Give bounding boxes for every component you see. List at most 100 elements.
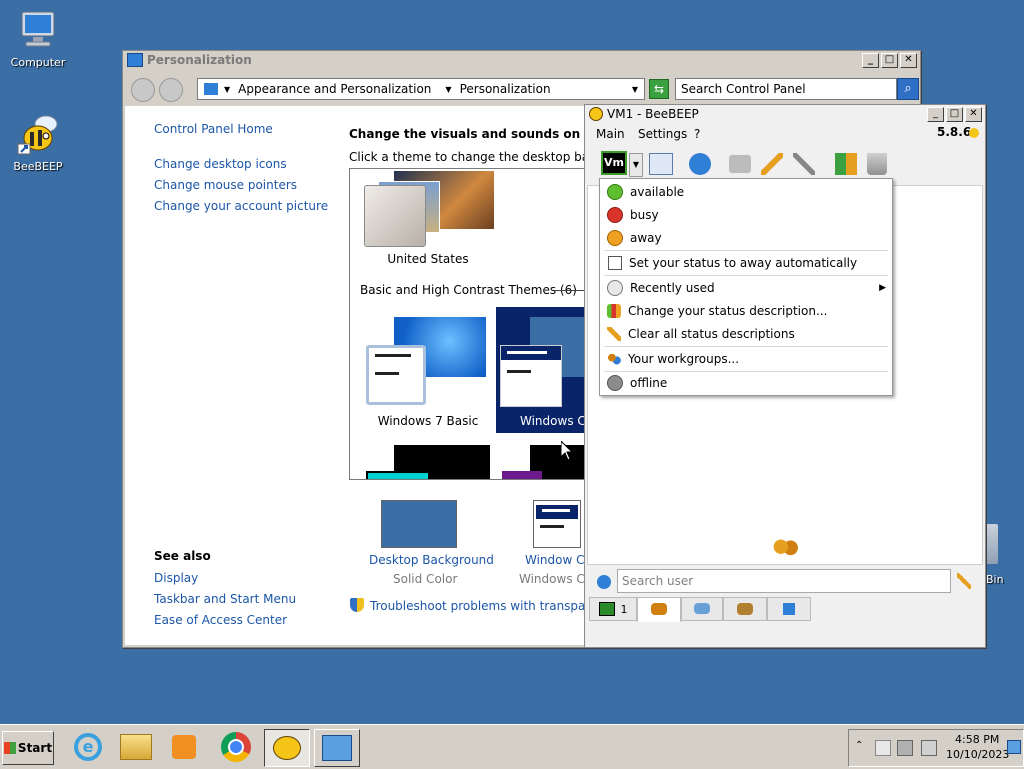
status-away[interactable]: away [600,227,890,249]
minimize-button[interactable]: _ [927,106,944,122]
menu-help[interactable]: ? [694,127,700,141]
status-menu: available busy away Set your status to a… [599,178,893,396]
status-offline[interactable]: offline [600,372,890,394]
breadcrumb-personalization[interactable]: Personalization [460,82,551,96]
green-status-icon [607,184,623,200]
title-bar: VM1 - BeeBEEP _ □ ✕ [585,105,985,123]
taskbar-control-panel[interactable] [314,729,360,767]
clear-status-descriptions[interactable]: Clear all status descriptions [600,323,890,345]
users-icon [771,539,799,561]
bee-icon [273,736,301,760]
tab-chats[interactable]: 1 [589,597,637,621]
back-button[interactable] [131,78,155,102]
taskbar-chrome[interactable] [214,729,258,765]
control-panel-home-link[interactable]: Control Panel Home [154,122,273,136]
workgroup-icon [607,352,621,366]
status-available[interactable]: available [600,181,890,203]
theme-high-contrast-2[interactable] [502,445,590,479]
status-busy[interactable]: busy [600,204,890,226]
chevron-down-icon[interactable]: ▼ [632,85,638,94]
taskbar-start-menu-link[interactable]: Taskbar and Start Menu [154,592,296,606]
search-user-input[interactable]: Search user [622,574,693,588]
clock-icon [607,280,623,296]
broadcast-icon[interactable] [689,153,711,175]
theme-list[interactable]: United States Basic and High Contrast Th… [349,168,591,480]
chat-icon[interactable] [729,155,751,173]
control-panel-icon [204,83,218,95]
tab-users[interactable] [637,597,681,622]
maximize-button[interactable]: □ [881,52,898,68]
settings-icon[interactable] [597,575,611,589]
tab-files[interactable] [767,597,811,621]
maximize-button[interactable]: □ [946,106,963,122]
desktop-background-thumbnail[interactable] [381,500,457,548]
volume-icon[interactable] [921,740,937,756]
desktop-icon-beebeep[interactable]: BeeBEEP [0,112,76,173]
clear-search-icon[interactable] [957,573,971,589]
network-icon[interactable] [897,740,913,756]
media-player-icon [172,735,196,759]
search-input[interactable]: Search Control Panel [676,82,806,96]
trash-icon[interactable] [867,153,887,175]
status-dots-icon [607,304,621,318]
submenu-arrow-icon: ▶ [879,283,886,293]
taskbar-explorer[interactable] [114,729,158,765]
tab-groups[interactable] [723,597,767,621]
address-bar[interactable]: ▼ Appearance and Personalization ▼ Perso… [197,78,645,100]
menu-main[interactable]: Main [596,127,625,141]
change-desktop-icons-link[interactable]: Change desktop icons [154,157,287,171]
mouse-cursor-icon [560,439,574,464]
change-status-description[interactable]: Change your status description... [600,300,890,322]
refresh-button[interactable]: ⇆ [649,79,669,99]
auto-away-checkbox[interactable]: Set your status to away automatically [600,252,890,274]
theme-windows-classic-selected[interactable]: Windows Cl [496,307,590,433]
menu-settings[interactable]: Settings [638,127,687,141]
close-button[interactable]: ✕ [900,52,917,68]
forward-button[interactable] [159,78,183,102]
control-panel-icon [322,735,352,761]
display-link[interactable]: Display [154,571,198,585]
tools-icon[interactable] [793,153,815,175]
menu-separator [604,346,888,347]
taskbar-beebeep[interactable] [264,729,310,767]
recently-used-submenu[interactable]: Recently used ▶ [600,277,890,299]
minimize-button[interactable]: _ [862,52,879,68]
chevron-down-icon[interactable]: ▼ [629,153,643,177]
start-button[interactable]: Start [2,731,54,765]
menu-item-label: offline [630,376,668,390]
groups-tab-icon [737,603,753,615]
windows-logo-icon [3,742,16,754]
edit-profile-icon[interactable] [649,153,673,175]
search-box[interactable]: Search Control Panel [675,78,897,100]
taskbar-internet-explorer[interactable]: e [66,729,110,765]
show-desktop-button[interactable] [1007,740,1021,754]
change-mouse-pointers-link[interactable]: Change mouse pointers [154,178,297,192]
close-button[interactable]: ✕ [965,106,982,122]
basic-themes-heading: Basic and High Contrast Themes (6) [360,283,581,297]
pencil-icon[interactable] [761,153,783,175]
gray-status-icon [607,375,623,391]
desktop-background-link[interactable]: Desktop Background [369,553,494,567]
share-icon[interactable] [835,153,857,175]
breadcrumb-appearance[interactable]: Appearance and Personalization [238,82,431,96]
clock-time[interactable]: 4:58 PM [955,733,999,746]
theme-preview-frame [364,185,426,247]
bee-icon [589,107,603,121]
clock-date[interactable]: 10/10/2023 [946,748,1009,761]
show-hidden-icons[interactable]: ⌃ [855,740,863,751]
system-tray: ⌃ 4:58 PM 10/10/2023 [848,729,1024,767]
menu-item-label: Your workgroups... [628,352,740,366]
your-workgroups[interactable]: Your workgroups... [600,348,890,370]
desktop-icon-computer[interactable]: Computer [0,8,76,69]
ease-of-access-link[interactable]: Ease of Access Center [154,613,287,627]
change-account-picture-link[interactable]: Change your account picture [154,199,328,213]
status-button[interactable]: Vm [601,151,627,175]
menu-item-label: Set your status to away automatically [629,256,858,270]
window-color-thumbnail[interactable] [533,500,581,548]
search-icon[interactable]: ⌕ [897,78,919,100]
search-user-box[interactable]: Search user [617,569,951,593]
action-center-icon[interactable] [875,740,891,756]
theme-high-contrast-1[interactable] [366,445,490,479]
taskbar-media-player[interactable] [162,729,206,765]
tab-messages[interactable] [681,597,723,621]
